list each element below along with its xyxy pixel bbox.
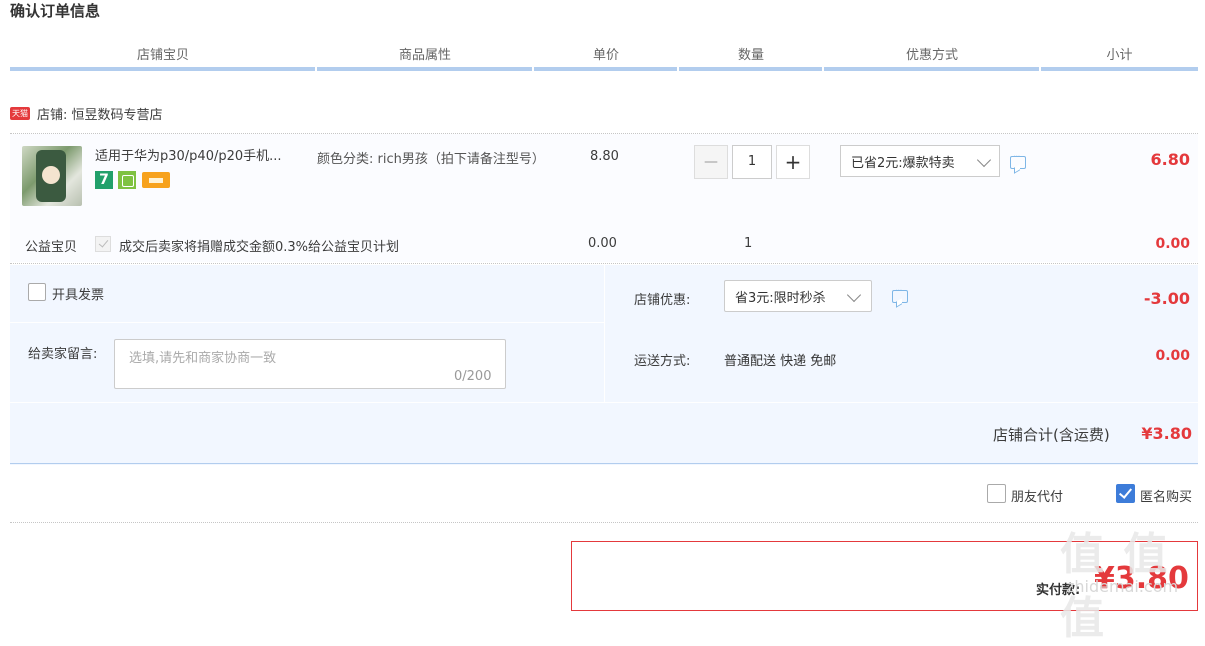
invoice-label: 开具发票 bbox=[52, 288, 105, 303]
message-label: 给卖家留言: bbox=[28, 347, 98, 362]
charity-label: 公益宝贝 bbox=[25, 240, 78, 255]
charity-quantity: 1 bbox=[744, 236, 753, 251]
charity-checkbox bbox=[95, 236, 111, 252]
col-shop-item: 店铺宝贝 bbox=[136, 48, 189, 63]
message-count: 0/200 bbox=[454, 369, 492, 384]
header-divider bbox=[10, 67, 1198, 71]
chevron-down-icon bbox=[976, 152, 992, 168]
shipping-label: 运送方式: bbox=[634, 354, 691, 369]
watermark-url: zhidemai.com bbox=[1066, 577, 1179, 596]
message-placeholder: 选填,请先和商家协商一致 bbox=[129, 351, 277, 366]
table-header: 店铺宝贝 商品属性 单价 数量 优惠方式 小计 bbox=[10, 46, 1198, 66]
service-icon bbox=[118, 171, 136, 189]
col-price: 单价 bbox=[592, 48, 619, 63]
col-subtotal: 小计 bbox=[1106, 48, 1133, 63]
tmall-icon: 天猫 bbox=[10, 106, 30, 120]
shipping-amount: 0.00 bbox=[1155, 348, 1190, 364]
quantity-minus-button[interactable]: — bbox=[694, 145, 728, 179]
anonymous-label: 匿名购买 bbox=[1140, 490, 1193, 505]
promo-select-value: 已省2元:爆款特卖 bbox=[851, 155, 955, 171]
shop-total-label: 店铺合计(含运费) bbox=[993, 426, 1110, 444]
quantity-plus-button[interactable]: + bbox=[776, 145, 810, 179]
charity-subtotal: 0.00 bbox=[1155, 236, 1190, 252]
item-subtotal: 6.80 bbox=[1150, 150, 1190, 169]
col-promo: 优惠方式 bbox=[905, 48, 958, 63]
invoice-checkbox[interactable] bbox=[28, 283, 46, 301]
shipping-value: 普通配送 快递 免邮 bbox=[724, 354, 837, 369]
shop-discount-select[interactable]: 省3元:限时秒杀 bbox=[724, 280, 872, 312]
shop-line: 天猫 店铺: 恒昱数码专营店 bbox=[10, 104, 163, 123]
divider bbox=[10, 522, 1198, 523]
divider bbox=[10, 263, 1198, 264]
promo-select[interactable]: 已省2元:爆款特卖 bbox=[840, 145, 1000, 177]
shop-name[interactable]: 店铺: 恒昱数码专营店 bbox=[37, 104, 163, 123]
quantity-stepper: — 1 + bbox=[694, 145, 810, 179]
page-title: 确认订单信息 bbox=[10, 2, 101, 20]
shop-discount-value: 省3元:限时秒杀 bbox=[735, 290, 826, 306]
friend-pay-label: 朋友代付 bbox=[1011, 490, 1064, 505]
shop-discount-amount: -3.00 bbox=[1143, 289, 1190, 308]
seven-day-return-icon: 7 bbox=[95, 171, 113, 189]
product-attribute: 颜色分类: rich男孩（拍下请备注型号） bbox=[317, 152, 545, 167]
shop-total-value: ¥3.80 bbox=[1141, 424, 1192, 443]
shop-discount-label: 店铺优惠: bbox=[634, 293, 691, 308]
chat-icon[interactable] bbox=[1010, 152, 1026, 169]
product-title[interactable]: 适用于华为p30/p40/p20手机... bbox=[95, 148, 307, 166]
divider bbox=[604, 265, 605, 402]
chevron-down-icon bbox=[846, 287, 862, 303]
quantity-input[interactable]: 1 bbox=[732, 145, 772, 179]
card-payment-icon bbox=[142, 172, 170, 188]
col-quantity: 数量 bbox=[737, 48, 764, 63]
col-attr: 商品属性 bbox=[398, 48, 451, 63]
product-thumbnail[interactable] bbox=[22, 146, 82, 206]
anonymous-checkbox[interactable] bbox=[1116, 484, 1135, 503]
chat-icon[interactable] bbox=[892, 286, 908, 303]
unit-price: 8.80 bbox=[590, 149, 619, 164]
friend-pay-checkbox[interactable] bbox=[987, 484, 1006, 503]
charity-text: 成交后卖家将捐赠成交金额0.3%给公益宝贝计划 bbox=[119, 240, 400, 255]
charity-price: 0.00 bbox=[588, 236, 617, 251]
